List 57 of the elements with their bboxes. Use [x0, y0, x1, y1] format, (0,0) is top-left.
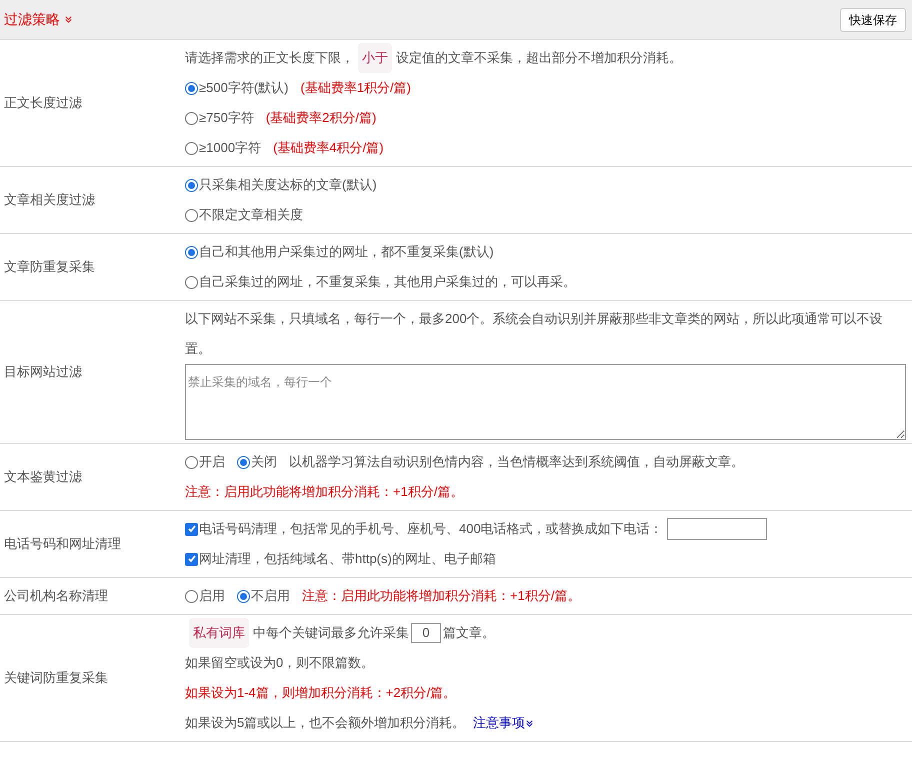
radio-label[interactable]: 不限定文章相关度	[199, 200, 303, 230]
setting-label: 公司机构名称清理	[4, 587, 108, 606]
chevron-down-icon	[525, 718, 534, 728]
radio-button[interactable]	[237, 590, 250, 602]
setting-label: 电话号码和网址清理	[4, 535, 121, 554]
warning-text: (基础费率1积分/篇)	[300, 79, 411, 97]
radio-label[interactable]: ≥1000字符	[199, 133, 262, 163]
setting-label: 文章防重复采集	[4, 258, 95, 276]
radio-button[interactable]	[185, 142, 198, 154]
quick-save-button[interactable]: 快速保存	[840, 8, 906, 32]
checkbox-label[interactable]: 网址清理，包括纯域名、带http(s)的网址、电子邮箱	[199, 544, 496, 574]
warning-text: 注意：启用此功能将增加积分消耗：+1积分/篇。	[302, 587, 580, 605]
radio-button[interactable]	[185, 82, 198, 94]
setting-label: 关键词防重复采集	[4, 669, 108, 688]
description-text: 中每个关键词最多允许采集	[253, 624, 409, 642]
radio-button[interactable]	[185, 276, 198, 288]
description-text: 以下网站不采集，只填域名，每行一个，最多200个。系统会自动识别并屏蔽那些非文章类的网站，所以此项通常可以不设置。	[185, 310, 884, 358]
domain-textarea[interactable]: 禁止采集的域名，每行一个	[185, 364, 906, 440]
count-field[interactable]: 0	[411, 623, 441, 643]
description-text: 篇文章。	[443, 624, 495, 642]
radio-button[interactable]	[185, 246, 198, 258]
radio-button[interactable]	[237, 456, 250, 468]
warning-text: 如果设为1-4篇，则增加积分消耗：+2积分/篇。	[185, 684, 456, 702]
highlight-tag: 私有词库	[189, 618, 249, 648]
radio-label[interactable]: 只采集相关度达标的文章(默认)	[199, 170, 377, 200]
radio-button[interactable]	[185, 178, 198, 192]
radio-label[interactable]: 开启	[199, 447, 225, 477]
radio-label[interactable]: ≥500字符(默认)	[199, 73, 288, 103]
setting-label: 文本鉴黄过滤	[4, 468, 82, 486]
radio-button[interactable]	[185, 208, 198, 222]
radio-button[interactable]	[185, 590, 198, 602]
checkbox[interactable]	[185, 552, 198, 566]
radio-label[interactable]: 不启用	[251, 581, 290, 611]
description-text: 请选择需求的正文长度下限，	[185, 49, 354, 67]
setting-label: 文章相关度过滤	[4, 191, 95, 210]
checkbox[interactable]	[185, 522, 198, 536]
description-text: 如果留空或设为0，则不限篇数。	[185, 654, 374, 672]
notes-link[interactable]: 注意事项	[473, 708, 534, 738]
setting-label: 正文长度过滤	[4, 94, 82, 112]
phone-field[interactable]	[666, 518, 767, 540]
setting-label: 目标网站过滤	[4, 363, 82, 382]
radio-button[interactable]	[185, 112, 198, 124]
radio-button[interactable]	[185, 456, 198, 468]
warning-text: (基础费率2积分/篇)	[266, 109, 376, 127]
description-text: 设定值的文章不采集，超出部分不增加积分消耗。	[396, 49, 682, 67]
radio-label[interactable]: ≥750字符	[199, 103, 254, 133]
warning-text: (基础费率4积分/篇)	[273, 139, 384, 157]
highlight-tag: 小于	[358, 43, 392, 73]
checkbox-label[interactable]: 电话号码清理，包括常见的手机号、座机号、400电话格式，或替换成如下电话：	[199, 514, 663, 544]
description-text: 以机器学习算法自动识别色情内容，当色情概率达到系统阈值，自动屏蔽文章。	[289, 453, 744, 471]
radio-label[interactable]: 启用	[199, 581, 225, 611]
radio-label[interactable]: 关闭	[251, 447, 277, 477]
radio-label[interactable]: 自己采集过的网址，不重复采集，其他用户采集过的，可以再采。	[199, 267, 576, 297]
radio-label[interactable]: 自己和其他用户采集过的网址，都不重复采集(默认)	[199, 237, 494, 267]
description-text: 如果设为5篇或以上，也不会额外增加积分消耗。	[185, 714, 466, 732]
warning-text: 注意：启用此功能将增加积分消耗：+1积分/篇。	[185, 483, 464, 501]
chevron-down-icon	[64, 15, 73, 24]
